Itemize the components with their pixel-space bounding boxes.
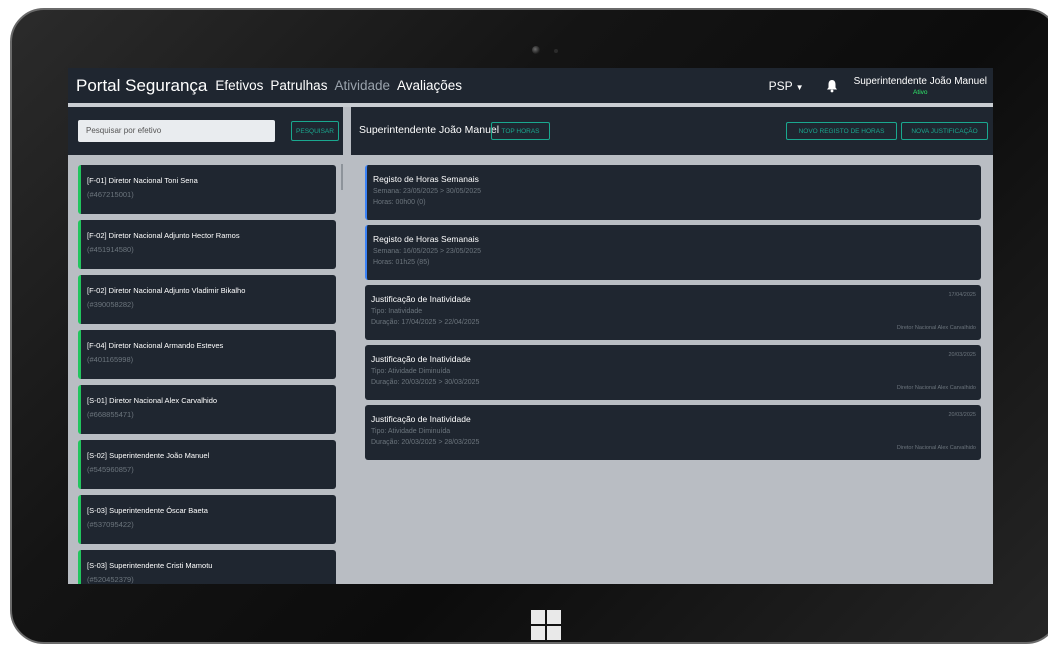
employee-id: (#545960857) (87, 465, 134, 474)
list-item[interactable]: [F-04] Diretor Nacional Armando Esteves … (78, 330, 336, 379)
entry-author: Diretor Nacional Alex Carvalhido (896, 385, 976, 391)
entry-week: Semana: 16/05/2025 > 23/05/2025 (373, 248, 482, 255)
search-button[interactable]: PESQUISAR (291, 121, 339, 141)
entry-type: Tipo: Atividade Diminuída (371, 368, 451, 375)
entry-title: Registo de Horas Semanais (373, 174, 479, 184)
employee-name: [S-01] Diretor Nacional Alex Carvalhido (87, 396, 218, 405)
employee-name: [F-02] Diretor Nacional Adjunto Vladimir… (87, 286, 246, 295)
list-item[interactable]: [F-01] Diretor Nacional Toni Sena (#4672… (78, 165, 336, 214)
top-navbar: Portal Segurança Efetivos Patrulhas Ativ… (68, 68, 993, 103)
employee-name: [F-01] Diretor Nacional Toni Sena (87, 176, 198, 185)
employee-name: [S-02] Superintendente João Manuel (87, 451, 210, 460)
entry-date: 20/03/2025 (948, 352, 976, 358)
entry-duration: Duração: 20/03/2025 > 28/03/2025 (371, 439, 480, 446)
org-dropdown-label: PSP (768, 78, 793, 93)
employee-name: [F-02] Diretor Nacional Adjunto Hector R… (87, 231, 240, 240)
list-scrollbar[interactable] (341, 164, 343, 190)
employee-id: (#451914580) (87, 245, 134, 254)
list-item[interactable]: Justificação de Inatividade Tipo: Inativ… (365, 285, 981, 340)
entry-date: 20/03/2025 (948, 412, 976, 418)
nav-link-atividade[interactable]: Atividade (334, 78, 390, 93)
employee-list: [F-01] Diretor Nacional Toni Sena (#4672… (68, 155, 343, 584)
camera-icon (532, 46, 540, 54)
activity-list: Registo de Horas Semanais Semana: 23/05/… (351, 155, 993, 584)
list-item[interactable]: Justificação de Inatividade Tipo: Ativid… (365, 405, 981, 460)
caret-down-icon: ▼ (795, 82, 804, 92)
employee-name: [F-04] Diretor Nacional Armando Esteves (87, 341, 224, 350)
brand-title[interactable]: Portal Segurança (76, 76, 207, 96)
employee-id: (#467215001) (87, 190, 134, 199)
nav-link-efetivos[interactable]: Efetivos (215, 78, 263, 93)
user-menu[interactable]: Superintendente João Manuel Ativo (854, 76, 987, 96)
search-panel: Pesquisar por efetivo PESQUISAR (68, 107, 343, 155)
list-item[interactable]: Registo de Horas Semanais Semana: 23/05/… (365, 165, 981, 220)
list-item[interactable]: Registo de Horas Semanais Semana: 16/05/… (365, 225, 981, 280)
entry-title: Registo de Horas Semanais (373, 234, 479, 244)
employee-name: [S-03] Superintendente Óscar Baeta (87, 506, 208, 515)
detail-header: Superintendente João Manuel TOP HORAS NO… (351, 107, 993, 155)
entry-title: Justificação de Inatividade (371, 354, 471, 364)
entry-author: Diretor Nacional Alex Carvalhido (896, 445, 976, 451)
nav-link-avaliacoes[interactable]: Avaliações (397, 78, 462, 93)
windows-home-button-icon[interactable] (531, 610, 561, 640)
employee-id: (#390058282) (87, 300, 134, 309)
employee-name: [S-03] Superintendente Cristi Mamotu (87, 561, 213, 570)
list-item[interactable]: [S-03] Superintendente Óscar Baeta (#537… (78, 495, 336, 544)
list-item[interactable]: Justificação de Inatividade Tipo: Ativid… (365, 345, 981, 400)
entry-duration: Duração: 20/03/2025 > 30/03/2025 (371, 379, 480, 386)
nav-link-patrulhas[interactable]: Patrulhas (270, 78, 327, 93)
list-item[interactable]: [S-02] Superintendente João Manuel (#545… (78, 440, 336, 489)
list-item[interactable]: [S-01] Diretor Nacional Alex Carvalhido … (78, 385, 336, 434)
app-screen: Portal Segurança Efetivos Patrulhas Ativ… (68, 68, 993, 584)
search-input[interactable]: Pesquisar por efetivo (78, 120, 275, 142)
entry-title: Justificação de Inatividade (371, 294, 471, 304)
entry-date: 17/04/2025 (948, 292, 976, 298)
entry-duration: Duração: 17/04/2025 > 22/04/2025 (371, 319, 480, 326)
entry-type: Tipo: Inatividade (371, 308, 423, 315)
entry-title: Justificação de Inatividade (371, 414, 471, 424)
detail-title: Superintendente João Manuel (359, 124, 500, 136)
bell-icon[interactable] (826, 79, 838, 93)
entry-hours: Horas: 00h00 (0) (373, 199, 426, 206)
list-item[interactable]: [F-02] Diretor Nacional Adjunto Hector R… (78, 220, 336, 269)
org-dropdown[interactable]: PSP ▼ (769, 79, 804, 93)
employee-id: (#520452379) (87, 575, 134, 584)
entry-hours: Horas: 01h25 (85) (373, 259, 430, 266)
sensor-icon (554, 49, 558, 53)
new-hours-record-button[interactable]: NOVO REGISTO DE HORAS (786, 122, 897, 140)
entry-author: Diretor Nacional Alex Carvalhido (896, 325, 976, 331)
navbar-right: PSP ▼ Superintendente João Manuel Ativo (769, 76, 993, 96)
top-hours-button[interactable]: TOP HORAS (491, 122, 550, 140)
entry-type: Tipo: Atividade Diminuída (371, 428, 451, 435)
user-status-badge: Ativo (913, 88, 928, 96)
new-justification-button[interactable]: NOVA JUSTIFICAÇÃO (901, 122, 988, 140)
employee-id: (#668855471) (87, 410, 134, 419)
list-item[interactable]: [F-02] Diretor Nacional Adjunto Vladimir… (78, 275, 336, 324)
user-name: Superintendente João Manuel (853, 75, 987, 87)
list-item[interactable]: [S-03] Superintendente Cristi Mamotu (#5… (78, 550, 336, 584)
employee-id: (#401165998) (87, 355, 134, 364)
employee-id: (#537095422) (87, 520, 134, 529)
entry-week: Semana: 23/05/2025 > 30/05/2025 (373, 188, 482, 195)
